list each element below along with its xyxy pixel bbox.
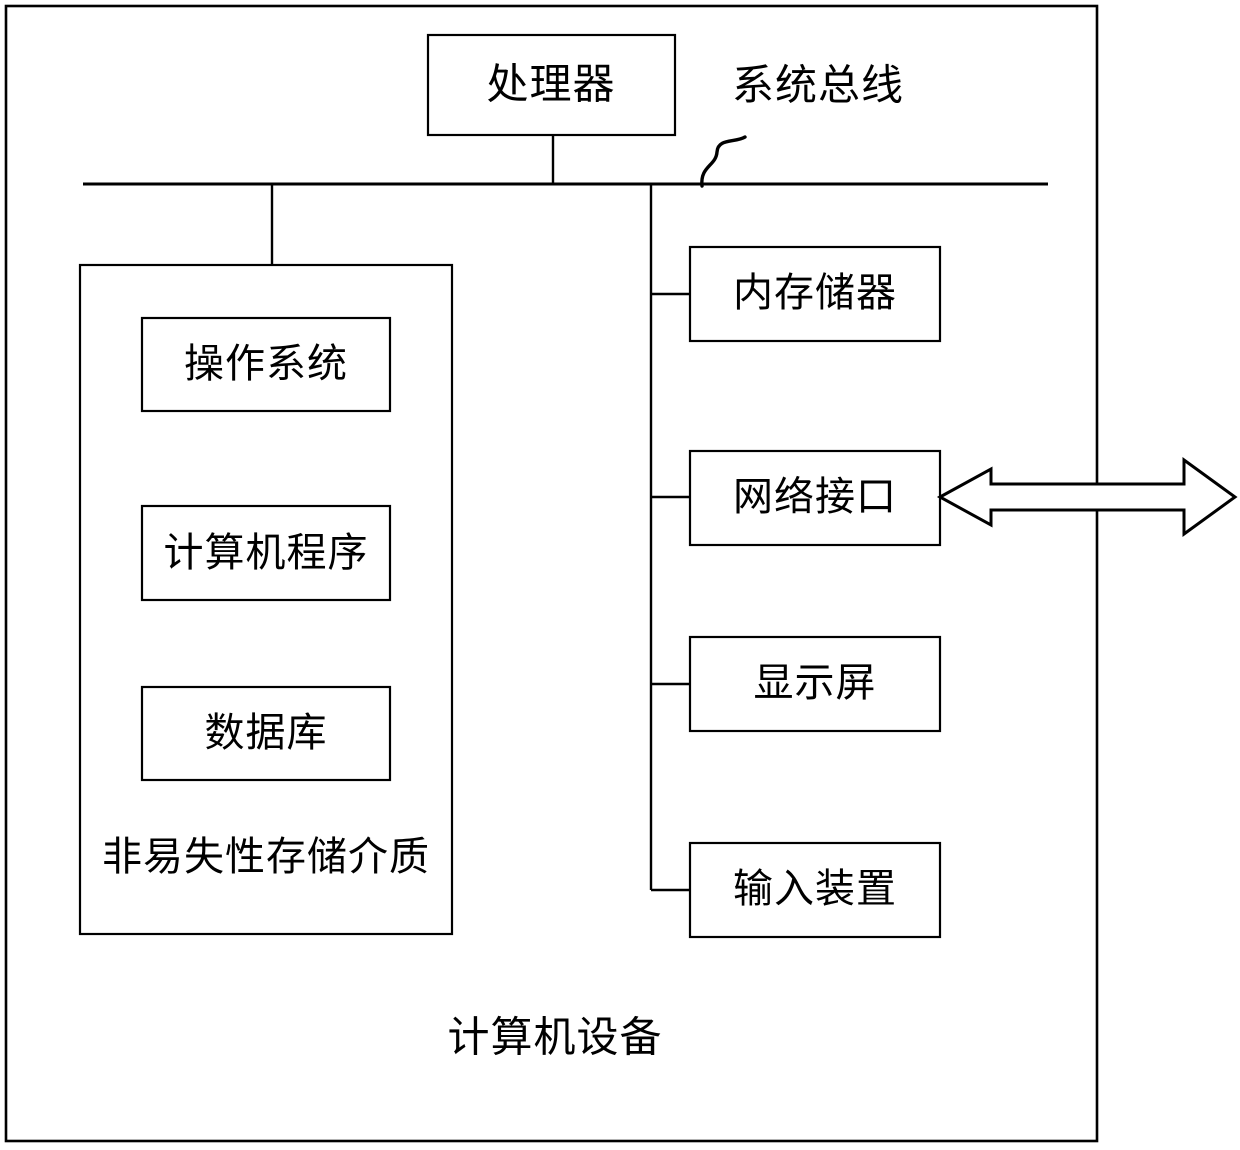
network-interface-label: 网络接口 (733, 474, 897, 520)
figure-caption: 计算机设备 (447, 1013, 662, 1062)
operating-system-label: 操作系统 (184, 341, 348, 387)
display-screen-label: 显示屏 (754, 660, 877, 706)
internal-memory-label: 内存储器 (733, 270, 897, 316)
figure-root: 处理器 系统总线 操作系统 计算机程序 数据库 非易失性存储介质 内存储器 网络… (0, 0, 1240, 1150)
computer-device-diagram: 处理器 系统总线 操作系统 计算机程序 数据库 非易失性存储介质 内存储器 网络… (4, 4, 1238, 1143)
database-label: 数据库 (205, 710, 328, 756)
nonvolatile-medium-label: 非易失性存储介质 (102, 834, 430, 880)
processor-label: 处理器 (486, 60, 615, 109)
input-device-label: 输入装置 (733, 866, 897, 912)
computer-program-label: 计算机程序 (164, 530, 369, 576)
system-bus-label: 系统总线 (732, 61, 904, 110)
